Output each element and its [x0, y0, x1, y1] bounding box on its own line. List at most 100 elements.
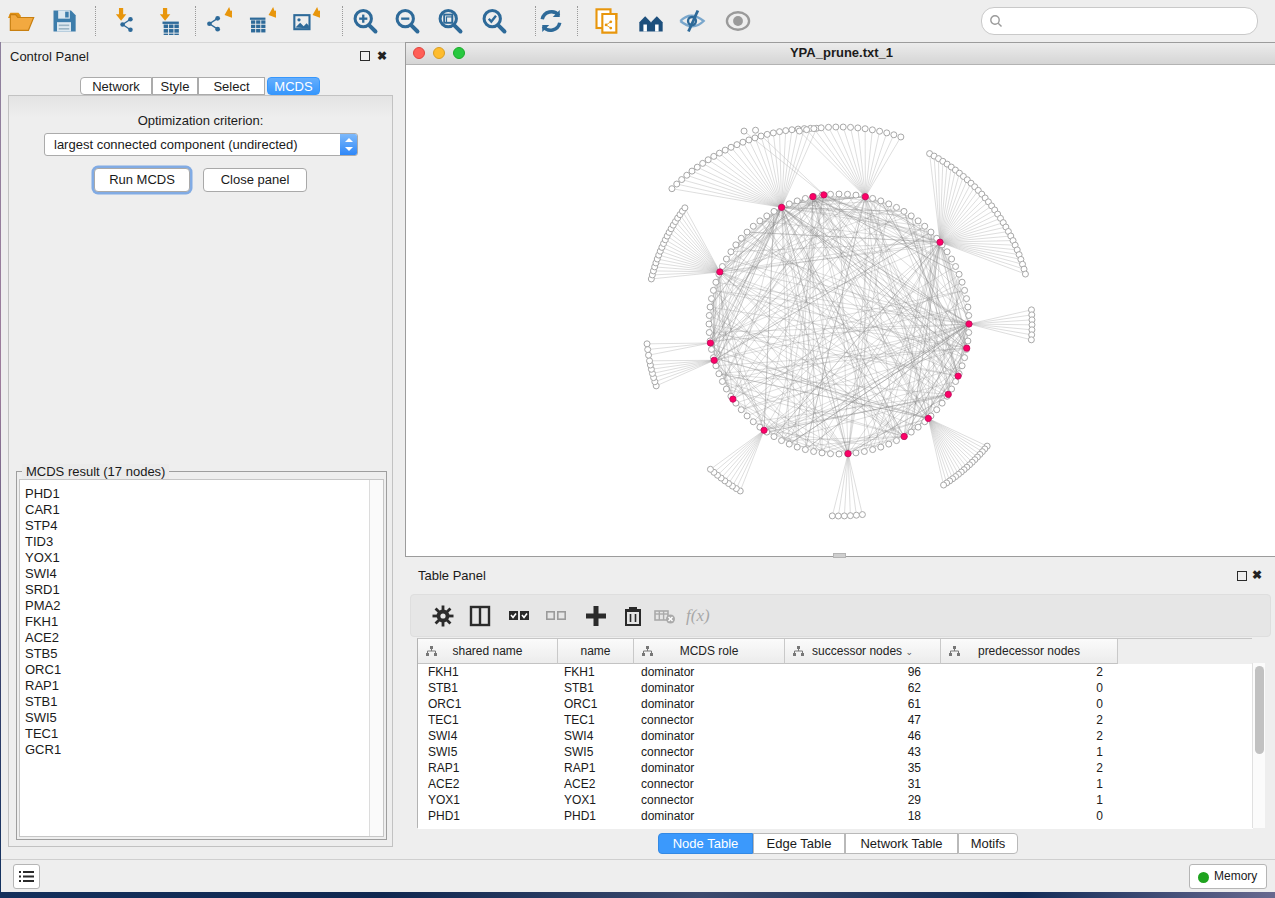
mcds-result-item[interactable]: STB1 [20, 694, 383, 710]
table-row-FKH1[interactable]: FKH1FKH1dominator962 [418, 664, 1253, 680]
table-row-TEC1[interactable]: TEC1TEC1connector472 [418, 712, 1253, 728]
network-graph[interactable] [406, 65, 1274, 556]
toolbar-separator [577, 6, 578, 36]
mcds-result-item[interactable]: PMA2 [20, 598, 383, 614]
table-row-PHD1[interactable]: PHD1PHD1dominator180 [418, 808, 1253, 824]
zoom-in-icon[interactable] [351, 7, 379, 35]
open-file-icon[interactable] [8, 7, 36, 35]
refresh-icon[interactable] [537, 7, 565, 35]
control-panel-close-icon[interactable]: ✖ [377, 49, 387, 63]
table-toolbar: f(x) [410, 594, 1271, 637]
memory-button[interactable]: Memory [1189, 864, 1267, 889]
export-table-icon[interactable] [248, 7, 276, 35]
import-table-icon[interactable] [152, 7, 180, 35]
toolbar-separator [535, 6, 536, 36]
memory-status-icon [1198, 872, 1209, 883]
delete-table-icon[interactable] [653, 604, 677, 628]
show-all-icon[interactable] [724, 7, 752, 35]
first-neighbors-icon[interactable] [637, 7, 665, 35]
select-all-icon[interactable] [507, 604, 531, 628]
mcds-result-item[interactable]: STB5 [20, 646, 383, 662]
split-columns-icon[interactable] [468, 604, 492, 628]
table-row-ACE2[interactable]: ACE2ACE2connector311 [418, 776, 1253, 792]
deselect-all-icon[interactable] [544, 604, 568, 628]
optimization-criterion-value: largest connected component (undirected) [54, 134, 298, 155]
optimization-criterion-label: Optimization criterion: [8, 113, 393, 128]
table-row-ORC1[interactable]: ORC1ORC1dominator610 [418, 696, 1253, 712]
mcds-result-item[interactable]: FKH1 [20, 614, 383, 630]
mcds-result-item[interactable]: TID3 [20, 534, 383, 550]
tab-node-table[interactable]: Node Table [658, 833, 753, 854]
zoom-out-icon[interactable] [393, 7, 421, 35]
table-panel-float-icon[interactable] [1237, 571, 1247, 581]
run-mcds-button[interactable]: Run MCDS [94, 168, 190, 192]
network-window-title: YPA_prune.txt_1 [406, 43, 1275, 63]
gear-icon[interactable] [431, 604, 455, 628]
node-table: shared namenameMCDS rolesuccessor nodes … [417, 638, 1252, 828]
mcds-result-item[interactable]: SWI5 [20, 710, 383, 726]
tab-edge-table[interactable]: Edge Table [753, 833, 845, 854]
tab-network[interactable]: Network [80, 77, 152, 95]
mcds-list-scrollbar[interactable] [369, 480, 383, 836]
mcds-result-item[interactable]: SWI4 [20, 566, 383, 582]
mcds-result-item[interactable]: ORC1 [20, 662, 383, 678]
column-header-MCDS-role[interactable]: MCDS role [634, 639, 785, 664]
close-panel-button[interactable]: Close panel [203, 168, 307, 192]
clone-network-icon[interactable] [593, 7, 621, 35]
column-header-successor-nodes[interactable]: successor nodes ⌄ [785, 639, 941, 664]
toolbar-separator [342, 6, 343, 36]
mcds-result-item[interactable]: RAP1 [20, 678, 383, 694]
search-icon [989, 14, 1003, 28]
mcds-result-item[interactable]: CAR1 [20, 502, 383, 518]
import-network-icon[interactable] [108, 7, 136, 35]
table-row-SWI4[interactable]: SWI4SWI4dominator462 [418, 728, 1253, 744]
zoom-fit-icon[interactable] [436, 7, 464, 35]
table-scrollbar[interactable] [1252, 663, 1265, 828]
table-row-STB1[interactable]: STB1STB1dominator620 [418, 680, 1253, 696]
delete-column-icon[interactable] [621, 604, 645, 628]
mcds-result-list[interactable]: PHD1CAR1STP4TID3YOX1SWI4SRD1PMA2FKH1ACE2… [19, 479, 384, 837]
task-list-icon [19, 870, 34, 883]
export-image-icon[interactable] [292, 7, 320, 35]
mcds-result-item[interactable]: ACE2 [20, 630, 383, 646]
mcds-result-title: MCDS result (17 nodes) [22, 464, 169, 479]
table-row-RAP1[interactable]: RAP1RAP1dominator352 [418, 760, 1253, 776]
table-panel-close-icon[interactable]: ✖ [1252, 568, 1262, 582]
network-window-titlebar: YPA_prune.txt_1 [406, 43, 1275, 65]
search-input[interactable] [981, 7, 1258, 35]
toolbar-separator [95, 6, 96, 36]
desktop-wallpaper-strip [0, 892, 1275, 898]
control-panel-float-icon[interactable] [360, 51, 370, 61]
tab-mcds[interactable]: MCDS [267, 77, 320, 95]
table-row-SWI5[interactable]: SWI5SWI5connector431 [418, 744, 1253, 760]
mcds-result-item[interactable]: PHD1 [20, 486, 383, 502]
mcds-result-item[interactable]: TEC1 [20, 726, 383, 742]
export-network-icon[interactable] [204, 7, 232, 35]
hide-selected-icon[interactable] [678, 7, 706, 35]
tab-select[interactable]: Select [198, 77, 265, 95]
graph-fan-nodes [644, 124, 1035, 519]
mcds-result-item[interactable]: YOX1 [20, 550, 383, 566]
add-column-icon[interactable] [584, 604, 608, 628]
optimization-criterion-select[interactable]: largest connected component (undirected) [44, 133, 358, 156]
column-header-name[interactable]: name [558, 639, 634, 664]
task-history-button[interactable] [13, 864, 40, 889]
table-panel-title: Table Panel [418, 568, 486, 583]
panel-splitter-handle[interactable] [833, 553, 846, 558]
network-canvas[interactable] [406, 65, 1274, 556]
mcds-result-item[interactable]: STP4 [20, 518, 383, 534]
table-row-YOX1[interactable]: YOX1YOX1connector291 [418, 792, 1253, 808]
zoom-selected-icon[interactable] [480, 7, 508, 35]
mcds-result-item[interactable]: GCR1 [20, 742, 383, 758]
column-header-predecessor-nodes[interactable]: predecessor nodes [941, 639, 1118, 664]
column-header-shared-name[interactable]: shared name [418, 639, 558, 664]
status-bar-divider [0, 859, 1275, 860]
tab-style[interactable]: Style [152, 77, 198, 95]
save-icon[interactable] [50, 7, 78, 35]
function-builder-icon[interactable]: f(x) [686, 604, 710, 628]
application-window: Control Panel ✖ NetworkStyleSelectMCDS O… [0, 0, 1275, 898]
mcds-result-item[interactable]: SRD1 [20, 582, 383, 598]
tab-motifs[interactable]: Motifs [958, 833, 1018, 854]
tab-network-table[interactable]: Network Table [845, 833, 958, 854]
select-spinner-icon [340, 134, 357, 155]
